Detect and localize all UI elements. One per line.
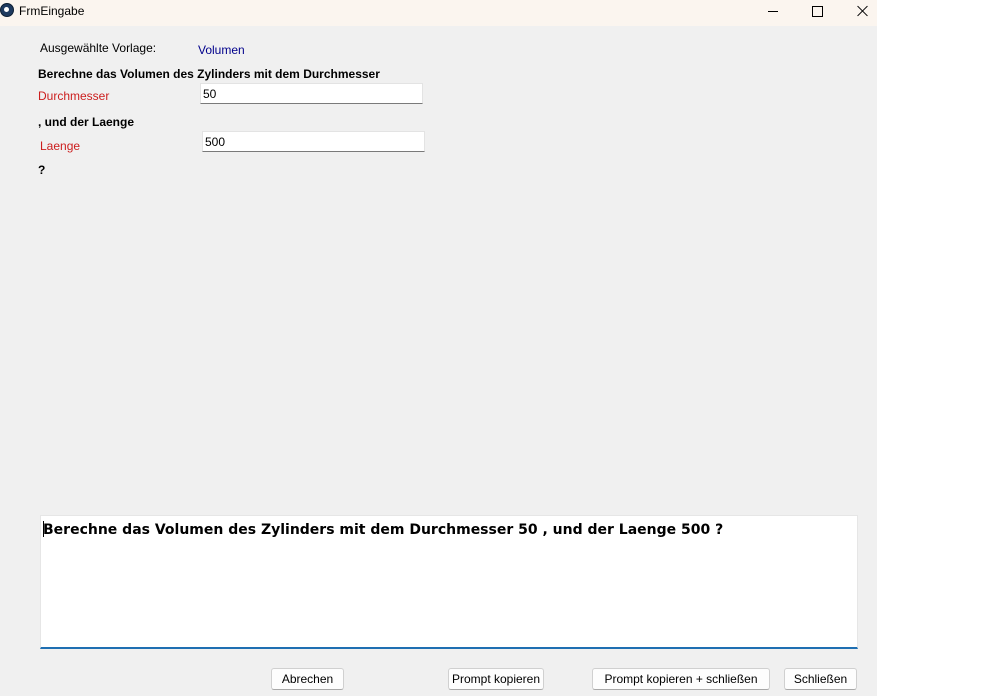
minimize-icon [768, 10, 778, 12]
maximize-icon [811, 5, 823, 17]
cancel-button[interactable]: Abrechen [271, 668, 344, 690]
copy-and-close-button[interactable]: Prompt kopieren + schließen [592, 668, 770, 690]
maximize-button[interactable] [794, 0, 840, 22]
copy-prompt-button[interactable]: Prompt kopieren [448, 668, 544, 690]
title-bar[interactable]: FrmEingabe [0, 0, 877, 26]
laenge-label: Laenge [40, 139, 81, 153]
sentence-part-1: Berechne das Volumen des Zylinders mit d… [38, 67, 380, 81]
laenge-input[interactable]: 500 [202, 131, 425, 152]
prompt-textarea[interactable]: Berechne das Volumen des Zylinders mit d… [40, 515, 858, 649]
prompt-text: Berechne das Volumen des Zylinders mit d… [43, 522, 724, 538]
durchmesser-input[interactable]: 50 [200, 83, 423, 104]
close-button[interactable]: Schließen [784, 668, 857, 690]
template-label: Ausgewählte Vorlage: [40, 41, 157, 55]
frm-eingabe-window: FrmEingabe Ausgewählte Vorlage: Volumen … [0, 0, 877, 696]
paw-icon [0, 3, 14, 17]
durchmesser-label: Durchmesser [38, 89, 110, 103]
window-title: FrmEingabe [19, 4, 85, 18]
sentence-end: ? [38, 163, 46, 177]
template-value: Volumen [198, 43, 245, 57]
minimize-button[interactable] [750, 0, 796, 22]
close-icon [857, 5, 869, 17]
sentence-part-2: , und der Laenge [38, 115, 135, 129]
close-window-button[interactable] [840, 0, 877, 22]
